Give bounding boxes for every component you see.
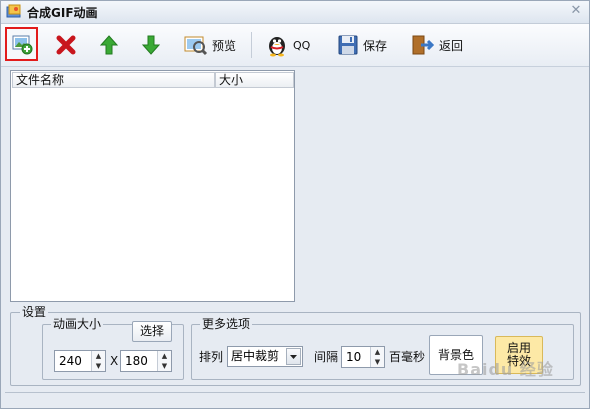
interval-spinbox[interactable]: 10 ▲ ▼: [341, 346, 385, 368]
file-list[interactable]: 文件名称 大小: [10, 70, 295, 302]
interval-spin-arrows[interactable]: ▲ ▼: [370, 347, 384, 367]
add-image-icon: [12, 35, 32, 55]
close-button[interactable]: ✕: [569, 4, 583, 18]
green-up-arrow-icon: [99, 35, 119, 55]
move-up-button[interactable]: [99, 29, 119, 61]
window-title: 合成GIF动画: [27, 6, 98, 20]
move-down-button[interactable]: [141, 29, 161, 61]
add-image-button[interactable]: [5, 27, 38, 61]
toolbar: 预览 QQ 保存 返回: [1, 24, 589, 67]
animation-size-legend: 动画大小: [51, 317, 104, 331]
save-label: 保存: [363, 38, 388, 53]
save-button[interactable]: 保存: [337, 29, 387, 61]
width-spinbox[interactable]: 240 ▲ ▼: [54, 350, 106, 372]
preview-label: 预览: [212, 38, 237, 53]
width-spin-arrows[interactable]: ▲ ▼: [91, 351, 105, 371]
qq-label: QQ: [293, 38, 311, 52]
green-down-arrow-icon: [141, 35, 161, 55]
floppy-disk-icon: [338, 35, 358, 55]
qq-button[interactable]: QQ: [265, 29, 310, 61]
status-bar: [5, 392, 585, 408]
back-button[interactable]: 返回: [411, 29, 463, 61]
size-x-label: X: [110, 354, 119, 368]
exit-door-icon: [412, 35, 435, 55]
interval-value: 10: [346, 350, 362, 364]
height-spinbox[interactable]: 180 ▲ ▼: [120, 350, 172, 372]
dropdown-arrow[interactable]: [286, 348, 301, 365]
arrange-select[interactable]: 居中裁剪: [227, 346, 303, 367]
height-value: 180: [125, 354, 148, 368]
preview-icon: [184, 36, 208, 56]
interval-unit-label: 百毫秒: [389, 350, 426, 364]
red-x-delete-icon: [56, 35, 76, 55]
gif-composer-window: 合成GIF动画 ✕ 预览 QQ 保存 返回 文件名称 大小 设置 动画大小 选择…: [0, 0, 590, 409]
chevron-down-icon: [290, 355, 297, 359]
app-icon: [6, 4, 21, 18]
title-bar: 合成GIF动画 ✕: [1, 1, 589, 24]
interval-label: 间隔: [314, 350, 339, 364]
height-spin-arrows[interactable]: ▲ ▼: [157, 351, 171, 371]
watermark: Baidu 经验: [457, 360, 554, 379]
back-label: 返回: [439, 38, 464, 53]
width-value: 240: [59, 354, 82, 368]
preview-button[interactable]: 预览: [184, 29, 236, 61]
arrange-label: 排列: [199, 350, 224, 364]
choose-size-button[interactable]: 选择: [132, 321, 172, 342]
settings-legend: 设置: [20, 305, 49, 319]
arrange-value: 居中裁剪: [231, 349, 280, 363]
effect-label-line1: 启用: [506, 341, 531, 355]
qq-penguin-icon: [269, 37, 285, 57]
delete-button[interactable]: [55, 29, 77, 61]
toolbar-separator: [251, 32, 252, 58]
animation-size-group: 动画大小 选择 240 ▲ ▼ X 180 ▲ ▼: [42, 317, 184, 380]
more-options-legend: 更多选项: [200, 317, 253, 331]
column-header-filename[interactable]: 文件名称: [12, 72, 215, 88]
column-header-size[interactable]: 大小: [215, 72, 294, 88]
